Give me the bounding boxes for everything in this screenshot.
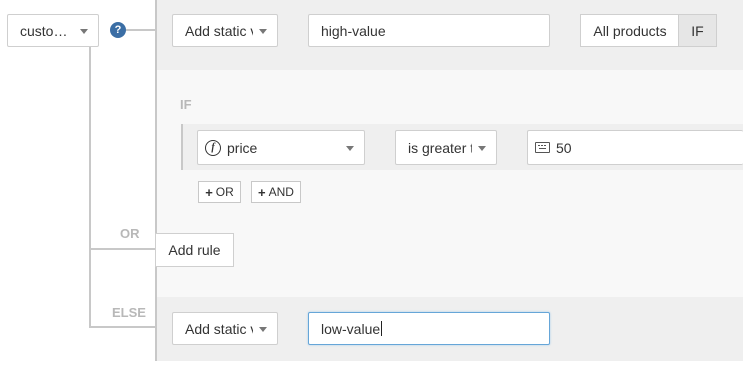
else-value-input[interactable]: low-value bbox=[308, 312, 550, 345]
else-value-text: low-value bbox=[321, 320, 381, 337]
if-section-label: IF bbox=[180, 97, 192, 112]
rule-builder: custo… ? Add static v high-value All pro… bbox=[0, 0, 743, 374]
value-type-label: Add static v bbox=[185, 22, 253, 39]
or-label: OR bbox=[120, 226, 140, 241]
value-type-select[interactable]: Add static v bbox=[172, 14, 278, 47]
condition-field-select[interactable]: f price bbox=[197, 130, 365, 165]
all-products-label: All products bbox=[593, 22, 667, 39]
condition-field-label: price bbox=[227, 139, 258, 156]
static-value-text: high-value bbox=[321, 22, 386, 39]
text-cursor bbox=[381, 321, 383, 336]
condition-value-input[interactable]: 50 bbox=[527, 130, 743, 165]
add-or-condition-button[interactable]: + OR bbox=[198, 181, 241, 203]
add-and-condition-button[interactable]: + AND bbox=[251, 181, 301, 203]
condition-panel bbox=[155, 70, 743, 297]
help-icon[interactable]: ? bbox=[110, 22, 126, 38]
static-value-input[interactable]: high-value bbox=[308, 14, 550, 47]
all-products-button[interactable]: All products bbox=[580, 14, 679, 47]
plus-icon: + bbox=[205, 184, 213, 200]
condition-operator-label: is greater t bbox=[408, 139, 472, 156]
chevron-down-icon bbox=[259, 326, 267, 332]
chevron-down-icon bbox=[478, 145, 486, 151]
condition-operator-select[interactable]: is greater t bbox=[395, 130, 497, 165]
else-value-type-label: Add static v bbox=[185, 320, 253, 337]
tree-connector-top bbox=[126, 29, 156, 31]
chevron-down-icon bbox=[259, 28, 267, 34]
function-icon: f bbox=[205, 139, 221, 156]
chevron-down-icon bbox=[346, 145, 354, 151]
keyboard-icon bbox=[535, 142, 550, 153]
attribute-select-label: custo… bbox=[20, 22, 68, 39]
attribute-select[interactable]: custo… bbox=[7, 14, 99, 47]
if-toggle-button[interactable]: IF bbox=[678, 14, 717, 47]
chevron-down-icon bbox=[80, 28, 88, 34]
else-label: ELSE bbox=[112, 305, 146, 320]
add-and-label: AND bbox=[268, 185, 294, 199]
condition-value-text: 50 bbox=[556, 139, 572, 156]
tree-connector-or bbox=[89, 248, 156, 250]
plus-icon: + bbox=[258, 184, 266, 200]
add-or-label: OR bbox=[215, 185, 234, 199]
if-toggle-label: IF bbox=[691, 22, 704, 39]
tree-connector-vertical bbox=[89, 46, 91, 328]
add-rule-label: Add rule bbox=[168, 242, 221, 258]
else-value-type-select[interactable]: Add static v bbox=[172, 312, 278, 345]
tree-connector-else bbox=[89, 326, 156, 328]
add-rule-button[interactable]: Add rule bbox=[155, 233, 234, 267]
